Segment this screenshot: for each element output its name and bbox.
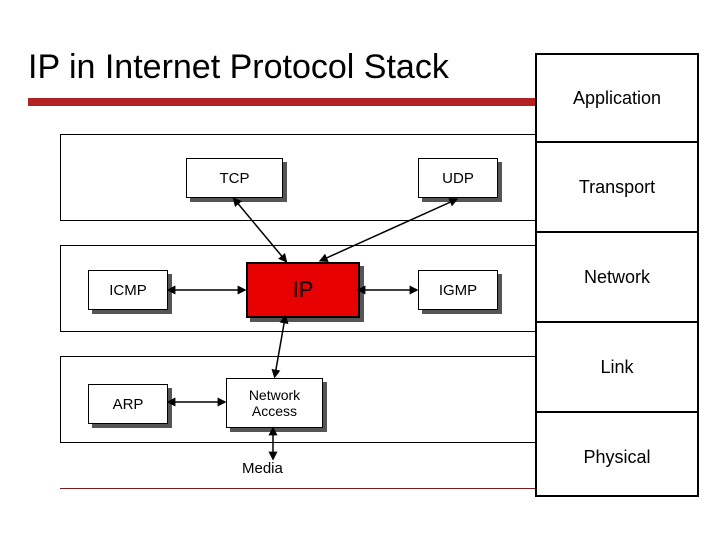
stack-physical: Physical <box>537 413 697 501</box>
protocol-icmp: ICMP <box>88 270 168 310</box>
stack-column: Application Transport Network Link Physi… <box>535 53 699 497</box>
bottom-rule <box>60 488 558 489</box>
protocol-diagram: TCP UDP ICMP IGMP IP Network Access ARP … <box>60 130 560 500</box>
slide: IP in Internet Protocol Stack TCP UDP IC… <box>0 0 720 540</box>
stack-application: Application <box>537 55 697 143</box>
stack-link: Link <box>537 323 697 413</box>
protocol-tcp: TCP <box>186 158 283 198</box>
stack-network: Network <box>537 233 697 323</box>
media-label: Media <box>242 460 283 477</box>
protocol-arp: ARP <box>88 384 168 424</box>
stack-transport: Transport <box>537 143 697 233</box>
protocol-network-access: Network Access <box>226 378 323 428</box>
protocol-udp: UDP <box>418 158 498 198</box>
slide-title: IP in Internet Protocol Stack <box>28 48 449 87</box>
protocol-ip: IP <box>246 262 360 318</box>
protocol-igmp: IGMP <box>418 270 498 310</box>
